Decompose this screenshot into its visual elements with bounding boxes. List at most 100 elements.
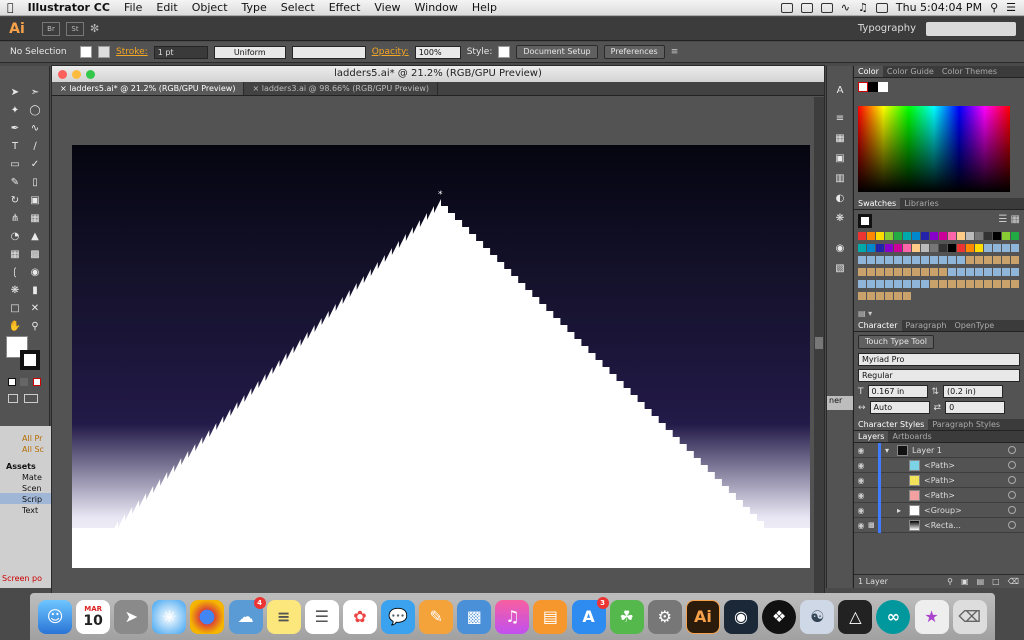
preview-icon[interactable]: ☁ 4 bbox=[228, 596, 266, 634]
color-swatch[interactable] bbox=[894, 232, 902, 240]
color-swatch[interactable] bbox=[930, 244, 938, 252]
layer-name[interactable]: <Path> bbox=[924, 476, 955, 485]
filter-item-all-scripts[interactable]: All Sc bbox=[0, 443, 52, 454]
folder-item[interactable]: Scrip bbox=[0, 493, 52, 504]
tab-color-guide[interactable]: Color Guide bbox=[883, 66, 938, 77]
arduino-icon[interactable]: ∞ bbox=[876, 599, 911, 634]
visibility-eye-icon[interactable]: ◉ bbox=[854, 476, 868, 485]
target-icon[interactable] bbox=[1008, 491, 1016, 499]
trash-icon[interactable]: ⌫ bbox=[952, 599, 987, 634]
document-setup-button[interactable]: Document Setup bbox=[516, 45, 598, 59]
airplay-icon[interactable] bbox=[820, 2, 833, 13]
width-tool-icon[interactable]: ⋔ bbox=[6, 210, 24, 226]
color-swatch[interactable] bbox=[984, 280, 992, 288]
color-none-icon[interactable] bbox=[858, 82, 868, 92]
color-swatch[interactable] bbox=[921, 232, 929, 240]
color-swatch[interactable] bbox=[993, 232, 1001, 240]
apple-menu-icon[interactable]:  bbox=[0, 1, 21, 14]
search-adobe-stock-input[interactable] bbox=[926, 21, 1016, 36]
drawing-mode-icon[interactable] bbox=[8, 394, 18, 403]
new-layer-icon[interactable]: □ bbox=[992, 577, 1000, 586]
color-swatch[interactable] bbox=[1002, 280, 1010, 288]
stock-icon[interactable]: St bbox=[66, 21, 84, 36]
color-swatch[interactable] bbox=[894, 244, 902, 252]
color-mode-icon[interactable] bbox=[8, 378, 16, 386]
direct-selection-tool-icon[interactable]: ➣ bbox=[26, 84, 44, 100]
zoom-window-button[interactable] bbox=[86, 70, 95, 79]
leading-field[interactable]: (0.2 in) bbox=[943, 385, 1004, 398]
color-swatch[interactable] bbox=[876, 256, 884, 264]
free-transform-tool-icon[interactable]: ▦ bbox=[26, 210, 44, 226]
font-style-select[interactable]: Regular bbox=[858, 369, 1020, 382]
itunes-icon[interactable]: ♫ bbox=[495, 599, 530, 634]
menu-object[interactable]: Object bbox=[185, 1, 235, 14]
bridge-icon[interactable]: Br bbox=[42, 21, 60, 36]
brush-definition-select[interactable] bbox=[291, 45, 366, 59]
scroll-thumb[interactable] bbox=[815, 337, 823, 349]
color-swatch[interactable] bbox=[975, 280, 983, 288]
filter-item-all-properties[interactable]: All Pr bbox=[0, 426, 52, 443]
folder-item[interactable]: Scen bbox=[0, 482, 52, 493]
color-swatch[interactable] bbox=[858, 256, 866, 264]
color-swatch[interactable] bbox=[939, 280, 947, 288]
unity-icon[interactable]: △ bbox=[838, 599, 873, 634]
finder-icon[interactable]: ☺ bbox=[38, 599, 73, 634]
target-icon[interactable] bbox=[1008, 446, 1016, 454]
color-swatch[interactable] bbox=[921, 280, 929, 288]
color-swatch[interactable] bbox=[876, 280, 884, 288]
font-size-field[interactable]: 0.167 in bbox=[867, 385, 928, 398]
color-swatch[interactable] bbox=[1011, 280, 1019, 288]
color-swatch[interactable] bbox=[912, 232, 920, 240]
rectangle-tool-icon[interactable]: ▭ bbox=[6, 156, 24, 172]
type-tool-icon[interactable]: T bbox=[6, 138, 24, 154]
selection-tool-icon[interactable]: ➤ bbox=[6, 84, 24, 100]
color-swatch[interactable] bbox=[885, 292, 893, 300]
opacity-field[interactable]: 100% bbox=[414, 45, 461, 59]
menu-select[interactable]: Select bbox=[274, 1, 322, 14]
color-swatch[interactable] bbox=[903, 268, 911, 276]
color-swatch[interactable] bbox=[876, 292, 884, 300]
color-swatch[interactable] bbox=[858, 244, 866, 252]
stroke-label[interactable]: Stroke: bbox=[116, 47, 148, 57]
tab-ladders3[interactable]: × ladders3.ai @ 98.66% (RGB/GPU Preview) bbox=[244, 82, 439, 95]
pen-tool-icon[interactable]: ✒ bbox=[6, 120, 24, 136]
messages-icon[interactable]: 💬 bbox=[381, 599, 416, 634]
fill-swatch[interactable] bbox=[80, 46, 92, 58]
color-swatch[interactable] bbox=[867, 232, 875, 240]
notes-icon[interactable]: ≡ bbox=[266, 599, 301, 634]
color-swatch[interactable] bbox=[867, 244, 875, 252]
photos-icon[interactable]: ✿ bbox=[342, 599, 377, 634]
color-swatch[interactable] bbox=[993, 244, 1001, 252]
color-swatch[interactable] bbox=[948, 256, 956, 264]
color-white-swatch[interactable] bbox=[878, 82, 888, 92]
visibility-eye-icon[interactable]: ◉ bbox=[854, 446, 868, 455]
color-swatch[interactable] bbox=[894, 292, 902, 300]
chrome-icon[interactable] bbox=[190, 599, 225, 634]
color-swatch[interactable] bbox=[867, 292, 875, 300]
color-swatch[interactable] bbox=[948, 268, 956, 276]
ibooks-icon[interactable]: ▤ bbox=[533, 599, 568, 634]
creative-cloud-icon[interactable] bbox=[780, 2, 793, 13]
color-swatch[interactable] bbox=[948, 280, 956, 288]
color-swatch[interactable] bbox=[912, 280, 920, 288]
color-swatch[interactable] bbox=[1002, 268, 1010, 276]
app-store-icon[interactable]: A3 bbox=[571, 596, 609, 634]
color-swatch[interactable] bbox=[903, 280, 911, 288]
layer-name[interactable]: <Path> bbox=[924, 461, 955, 470]
system-preferences-icon[interactable]: ⚙ bbox=[647, 599, 682, 634]
vertical-scrollbar[interactable] bbox=[814, 97, 824, 594]
menu-window[interactable]: Window bbox=[408, 1, 465, 14]
blend-tool-icon[interactable]: ◉ bbox=[26, 264, 44, 280]
color-swatch[interactable] bbox=[921, 256, 929, 264]
color-swatch[interactable] bbox=[858, 268, 866, 276]
spotlight-icon[interactable]: ⚲ bbox=[990, 1, 998, 14]
color-swatch[interactable] bbox=[930, 256, 938, 264]
screen-icon[interactable] bbox=[800, 2, 813, 13]
color-swatch[interactable] bbox=[1011, 232, 1019, 240]
transform-panel-icon[interactable]: ▦ bbox=[831, 130, 849, 146]
calendar-icon[interactable]: MAR 10 bbox=[76, 599, 111, 634]
color-swatch[interactable] bbox=[957, 232, 965, 240]
tab-layers[interactable]: Layers bbox=[854, 431, 889, 442]
paintbrush-tool-icon[interactable]: ✓ bbox=[26, 156, 44, 172]
layer-row[interactable]: ◉ <Path> bbox=[854, 457, 1024, 473]
